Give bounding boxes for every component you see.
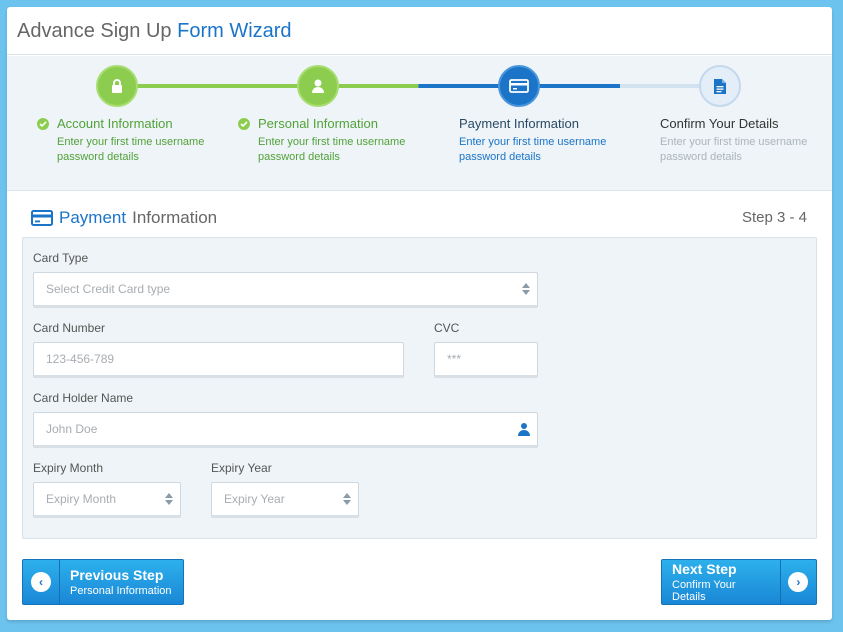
payment-form: Card Type Select Credit Card type Card N…	[22, 237, 817, 539]
credit-card-icon	[509, 79, 529, 93]
step-1: Account Information Enter your first tim…	[37, 116, 222, 165]
previous-step-sub: Personal Information	[70, 585, 172, 597]
card-type-placeholder: Select Credit Card type	[46, 282, 171, 296]
step-4: Confirm Your Details Enter your first ti…	[660, 116, 832, 165]
cvc-label: CVC	[434, 321, 460, 335]
cvc-input[interactable]: ***	[434, 342, 538, 378]
step-3: Payment Information Enter your first tim…	[459, 116, 644, 165]
previous-step-button[interactable]: ‹ Previous Step Personal Information	[22, 559, 184, 605]
wizard-card: Advance Sign Up Form Wizard Account Info…	[7, 7, 832, 620]
step-1-title: Account Information	[57, 116, 173, 131]
step-3-desc-line2: password details	[459, 151, 541, 163]
progress-line-2	[318, 84, 519, 88]
credit-card-icon	[31, 210, 53, 226]
cvc-placeholder: ***	[447, 352, 462, 366]
lock-icon	[112, 79, 122, 93]
check-icon	[37, 117, 49, 130]
step-1-circle[interactable]	[96, 65, 138, 107]
card-holder-label: Card Holder Name	[33, 391, 134, 405]
step-2: Personal Information Enter your first ti…	[238, 116, 423, 165]
user-icon	[518, 423, 530, 436]
step-3-circle[interactable]	[498, 65, 540, 107]
card-holder-input[interactable]: John Doe	[33, 412, 538, 448]
card-type-label: Card Type	[33, 251, 89, 265]
check-icon	[238, 117, 250, 130]
next-step-button[interactable]: Next Step Confirm Your Details ›	[661, 559, 817, 605]
step-2-circle[interactable]	[297, 65, 339, 107]
expiry-year-select[interactable]: Expiry Year	[211, 482, 359, 518]
expiry-year-placeholder: Expiry Year	[224, 492, 285, 506]
step-3-desc-line1: Enter your first time username	[459, 136, 607, 148]
step-4-circle[interactable]	[699, 65, 741, 107]
select-arrows-icon	[522, 283, 530, 295]
step-2-title: Personal Information	[258, 116, 378, 131]
section-title-accent: Payment	[59, 208, 127, 227]
step-2-desc-line1: Enter your first time username	[258, 136, 406, 148]
step-1-desc-line2: password details	[57, 151, 139, 163]
title-prefix: Advance Sign Up	[17, 20, 172, 42]
chevron-right-icon: ›	[788, 572, 809, 592]
title-accent: Form Wizard	[177, 20, 292, 42]
progress-line-1	[117, 84, 318, 88]
expiry-month-placeholder: Expiry Month	[46, 492, 117, 506]
card-number-placeholder: 123-456-789	[46, 352, 115, 366]
user-icon	[312, 79, 324, 93]
step-4-desc-line2: password details	[660, 151, 742, 163]
card-number-input[interactable]: 123-456-789	[33, 342, 404, 378]
wizard-stepper: Account Information Enter your first tim…	[7, 56, 832, 191]
expiry-year-label: Expiry Year	[211, 461, 272, 475]
next-step-sub: Confirm Your Details	[672, 579, 736, 603]
document-icon	[714, 78, 726, 94]
previous-step-label: Previous Step	[70, 567, 164, 583]
expiry-month-select[interactable]: Expiry Month	[33, 482, 181, 518]
expiry-month-label: Expiry Month	[33, 461, 104, 475]
chevron-left-icon: ‹	[31, 572, 51, 592]
select-arrows-icon	[343, 493, 351, 505]
card-holder-placeholder: John Doe	[46, 422, 98, 436]
step-4-title: Confirm Your Details	[660, 116, 779, 131]
card-type-select[interactable]: Select Credit Card type	[33, 272, 538, 308]
step-4-desc-line1: Enter your first time username	[660, 136, 808, 148]
step-3-title: Payment Information	[459, 116, 579, 131]
section-title-rest: Information	[132, 208, 218, 227]
step-2-desc-line2: password details	[258, 151, 340, 163]
next-step-label: Next Step	[672, 561, 737, 577]
page-title: Advance Sign Up Form Wizard	[7, 7, 832, 55]
step-counter: Step 3 - 4	[741, 209, 807, 226]
card-number-label: Card Number	[33, 321, 106, 335]
select-arrows-icon	[165, 493, 173, 505]
section-title: Payment Information	[31, 208, 217, 228]
step-1-desc-line1: Enter your first time username	[57, 136, 205, 148]
